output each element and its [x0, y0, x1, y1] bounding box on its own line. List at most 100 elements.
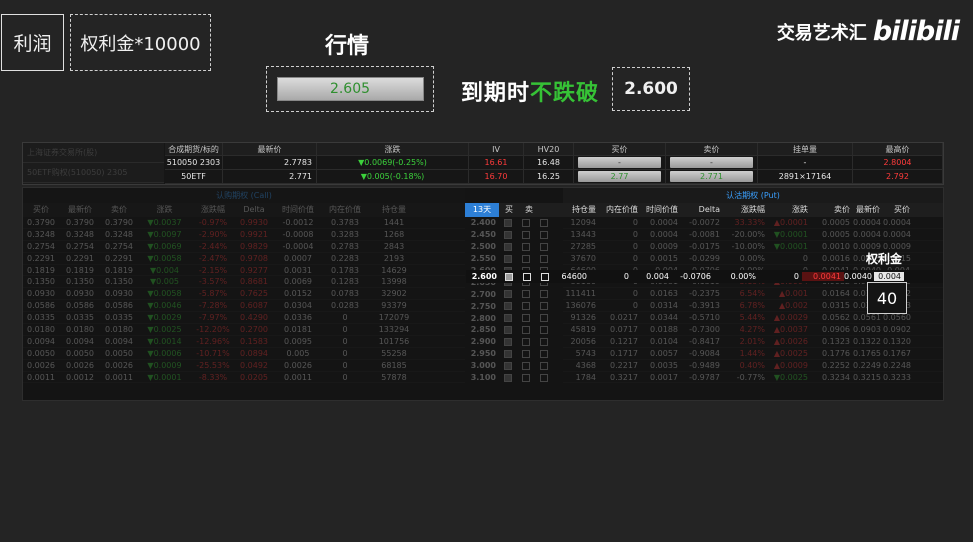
buy-checkbox[interactable] — [522, 349, 530, 358]
sell-checkbox[interactable] — [540, 230, 548, 239]
call-select-box[interactable] — [504, 242, 512, 251]
call-row[interactable]: 0.1819 0.1819 0.1819 ▼0.004 -2.15% 0.9277 0.00… — [23, 265, 465, 277]
buy-checkbox[interactable] — [522, 218, 530, 227]
put-cell: 0.3233 — [883, 372, 911, 382]
call-row[interactable]: 0.0050 0.0050 0.0050 ▼0.0006 -10.71% 0.0894 0.… — [23, 348, 465, 360]
sell-checkbox[interactable] — [540, 349, 548, 358]
buy-checkbox[interactable] — [522, 314, 530, 323]
buy-checkbox[interactable] — [522, 230, 530, 239]
ask-button[interactable]: 2.771 — [666, 170, 758, 183]
strike-row[interactable]: 2.750 — [465, 300, 563, 312]
call-select-box[interactable] — [505, 272, 513, 281]
call-row[interactable]: 0.0930 0.0930 0.0930 ▼0.0058 -5.87% 0.7625 0.0… — [23, 288, 465, 301]
call-cell: ▼0.0009 — [147, 360, 182, 370]
call-select-box[interactable] — [504, 230, 512, 239]
sell-checkbox[interactable] — [540, 325, 548, 334]
put-row[interactable]: 4368 0.2217 0.0035 -0.9489 0.40% ▲0.0009 0.225… — [563, 360, 943, 372]
call-select-box[interactable] — [504, 314, 512, 323]
sell-checkbox[interactable] — [540, 361, 548, 370]
sell-checkbox[interactable] — [540, 302, 548, 311]
strike-row[interactable]: 2.850 — [465, 324, 563, 336]
call-row[interactable]: 0.3790 0.3790 0.3790 ▼0.0037 -0.97% 0.9930 -0.… — [23, 217, 465, 229]
sell-checkbox[interactable] — [540, 314, 548, 323]
call-cell: 0.1819 — [27, 265, 55, 275]
call-select-box[interactable] — [504, 290, 512, 299]
put-cell: 0.0217 — [610, 313, 638, 323]
sell-checkbox[interactable] — [540, 242, 548, 251]
sell-checkbox[interactable] — [541, 272, 549, 281]
strike-row[interactable]: 3.100 — [465, 372, 563, 384]
buy-checkbox[interactable] — [523, 272, 531, 281]
strike-row[interactable]: 2.900 — [465, 336, 563, 348]
call-cell: -10.71% — [196, 348, 230, 358]
exchange-dropdown[interactable]: 上海证券交易所(股) — [23, 143, 164, 163]
call-row[interactable]: 0.0586 0.0586 0.0586 ▼0.0046 -7.28% 0.6087 0.0… — [23, 300, 465, 313]
buy-checkbox[interactable] — [522, 373, 530, 382]
buy-checkbox[interactable] — [522, 242, 530, 251]
call-cell: ▼0.0097 — [147, 229, 182, 239]
ask-button[interactable]: - — [666, 156, 758, 169]
buy-checkbox[interactable] — [522, 337, 530, 346]
strike-row[interactable]: 2.950 — [465, 348, 563, 360]
strike-row[interactable]: 2.450 — [465, 229, 563, 241]
sell-checkbox[interactable] — [540, 218, 548, 227]
call-cell: 0.0586 — [27, 301, 55, 311]
call-row[interactable]: 0.0026 0.0026 0.0026 ▼0.0009 -25.53% 0.0492 0.… — [23, 360, 465, 372]
put-row[interactable]: 45819 0.0717 0.0188 -0.7300 4.27% ▲0.0037 0.09… — [563, 324, 943, 336]
exchange-selector[interactable]: 上海证券交易所(股) 50ETF购权(510050) 2305 — [23, 143, 164, 184]
buy-checkbox[interactable] — [522, 361, 530, 370]
call-row[interactable]: 0.2754 0.2754 0.2754 ▼0.0069 -2.44% 0.9829 -0.… — [23, 241, 465, 253]
strike-row[interactable]: 3.000 — [465, 360, 563, 372]
call-row[interactable]: 0.3248 0.3248 0.3248 ▼0.0097 -2.90% 0.9921 -0.… — [23, 229, 465, 241]
call-select-box[interactable] — [504, 218, 512, 227]
put-row[interactable]: 13443 0 0.0004 -0.0081 -20.00% ▼0.0001 0.0005 0… — [563, 229, 943, 241]
put-cell: 0 — [632, 229, 638, 239]
call-row[interactable]: 0.0094 0.0094 0.0094 ▼0.0014 -12.96% 0.1583 0.… — [23, 336, 465, 348]
call-select-box[interactable] — [504, 302, 512, 311]
call-cell: 0.2283 — [331, 253, 359, 263]
days-to-expiry-tab[interactable]: 13天 — [465, 203, 499, 217]
quote-row-etf[interactable]: 50ETF 2.771 ▼0.005(-0.18%) 16.70 16.25 2… — [165, 170, 943, 184]
quote-row-synthetic[interactable]: 510050 2303 2.7783 ▼0.0069(-0.25%) 16.61… — [165, 156, 943, 170]
put-row[interactable]: 1784 0.3217 0.0017 -0.9787 -0.77% ▼0.0025 0.32… — [563, 372, 943, 384]
cell-last: 2.7783 — [223, 156, 317, 169]
put-cell: 0 — [793, 272, 799, 281]
sell-checkbox[interactable] — [540, 290, 548, 299]
strike-row[interactable]: 2.800 — [465, 312, 563, 324]
call-select-box[interactable] — [504, 373, 512, 382]
buy-checkbox[interactable] — [522, 325, 530, 334]
strike-row[interactable]: 2.550 — [465, 253, 563, 265]
buy-checkbox[interactable] — [522, 254, 530, 263]
call-row[interactable]: 0.0335 0.0335 0.0335 ▼0.0029 -7.97% 0.4290 0.0… — [23, 312, 465, 325]
bid-button[interactable]: - — [574, 156, 666, 169]
call-row[interactable]: 0.0011 0.0012 0.0011 ▼0.0001 -8.33% 0.0205 0.0… — [23, 372, 465, 384]
call-select-box[interactable] — [504, 349, 512, 358]
call-select-box[interactable] — [504, 325, 512, 334]
call-select-box[interactable] — [504, 361, 512, 370]
sell-checkbox[interactable] — [540, 337, 548, 346]
call-select-box[interactable] — [504, 337, 512, 346]
contract-dropdown[interactable]: 50ETF购权(510050) 2305 — [23, 163, 164, 183]
sell-checkbox[interactable] — [540, 254, 548, 263]
put-col-header: 最新价 — [856, 205, 880, 214]
call-cell: 0.0094 — [105, 336, 133, 346]
strike-row[interactable]: 2.500 — [465, 241, 563, 253]
put-cell: 4368 — [575, 360, 596, 370]
strike-row[interactable]: 2.700 — [465, 288, 563, 300]
put-cell: 0.0163 — [650, 289, 678, 299]
call-row[interactable]: 0.0180 0.0180 0.0180 ▼0.0025 -12.20% 0.2700 0.… — [23, 324, 465, 336]
strike-row[interactable]: 2.400 — [465, 217, 563, 229]
put-cell: 0 — [632, 301, 638, 311]
bid-button[interactable]: 2.77 — [574, 170, 666, 183]
buy-checkbox[interactable] — [522, 290, 530, 299]
call-row[interactable]: 0.2291 0.2291 0.2291 ▼0.0058 -2.47% 0.9708 0.0… — [23, 253, 465, 265]
sell-checkbox[interactable] — [540, 373, 548, 382]
put-row[interactable]: 12094 0 0.0004 -0.0072 33.33% ▲0.0001 0.0005 0.… — [563, 217, 943, 229]
market-price-field[interactable]: 2.605 — [276, 77, 424, 101]
buy-checkbox[interactable] — [522, 302, 530, 311]
put-row[interactable]: 20056 0.1217 0.0104 -0.8417 2.01% ▲0.0026 0.13… — [563, 336, 943, 348]
call-row[interactable]: 0.1350 0.1350 0.1350 ▼0.005 -3.57% 0.8681 0.00… — [23, 276, 465, 289]
call-select-box[interactable] — [504, 254, 512, 263]
put-row[interactable]: 5743 0.1717 0.0057 -0.9084 1.44% ▲0.0025 0.177… — [563, 348, 943, 360]
put-cell: -0.8417 — [689, 336, 720, 346]
